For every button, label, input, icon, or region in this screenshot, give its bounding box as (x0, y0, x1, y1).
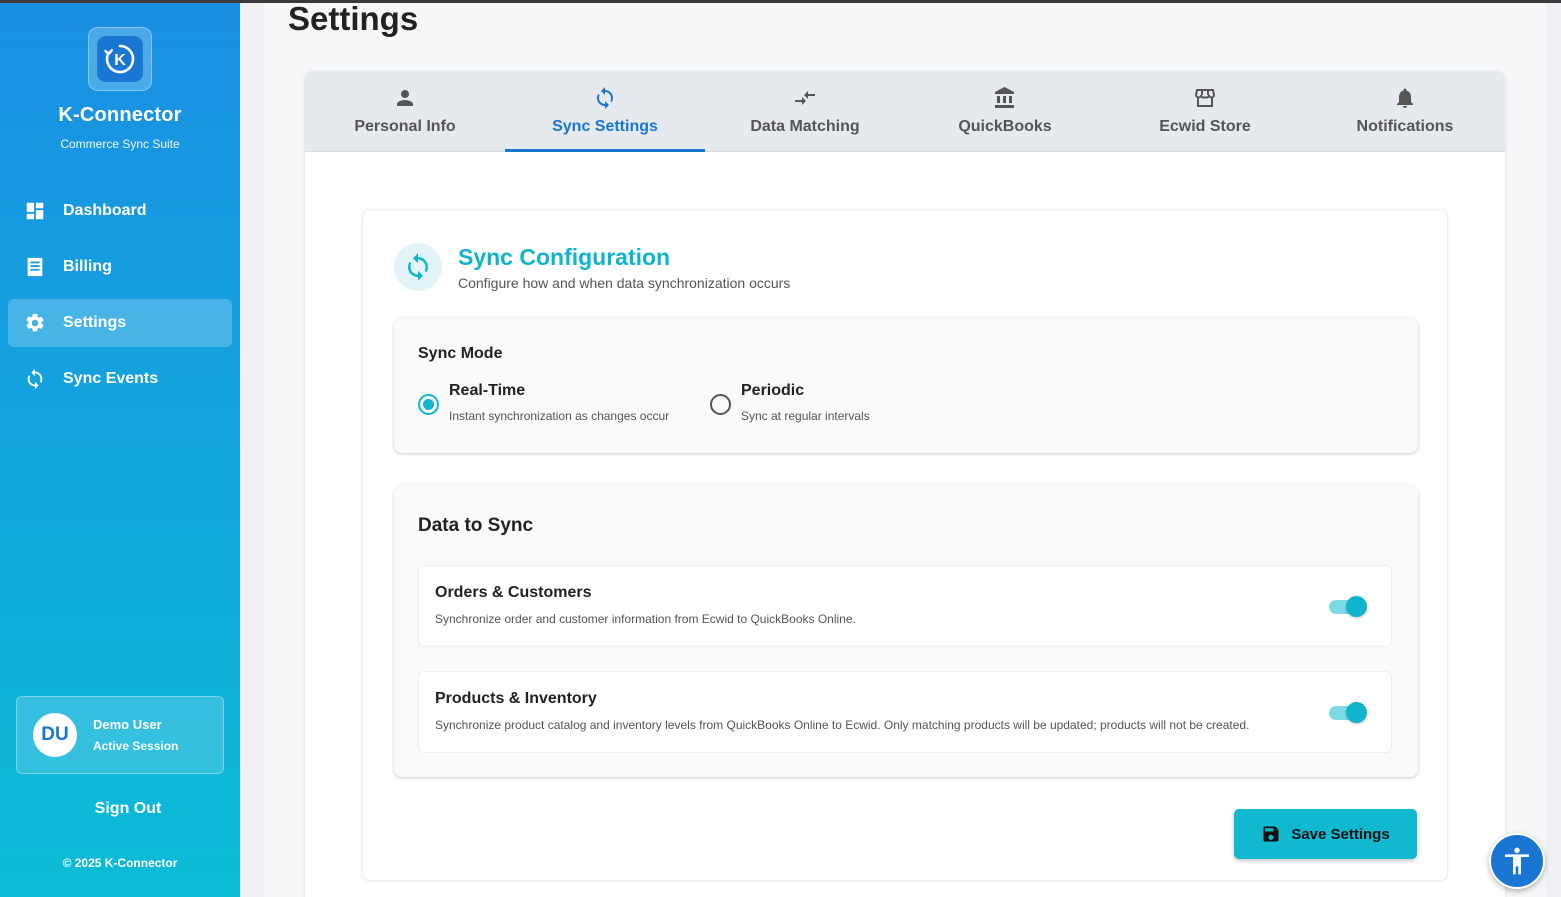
tab-label: Ecwid Store (1159, 118, 1251, 135)
sidebar-item-settings[interactable]: Settings (8, 299, 232, 347)
tab-label: Notifications (1356, 118, 1454, 135)
store-icon (1194, 89, 1216, 107)
sync-configuration-card: Sync Configuration Configure how and whe… (362, 209, 1448, 881)
user-name: Demo User (93, 717, 162, 732)
sync-icon (394, 243, 442, 291)
sync-item-products-inventory: Products & Inventory Synchronize product… (418, 671, 1392, 753)
sidebar-item-label: Sync Events (63, 370, 159, 387)
sidebar-item-label: Dashboard (63, 202, 147, 219)
tab-quickbooks[interactable]: QuickBooks (905, 71, 1105, 152)
tab-label: Sync Settings (552, 118, 658, 135)
sidebar-item-dashboard[interactable]: Dashboard (8, 187, 232, 235)
radio-button-checked[interactable] (418, 394, 439, 415)
compare-arrows-icon (795, 91, 815, 105)
sync-icon (597, 87, 613, 109)
dashboard-icon (26, 202, 44, 220)
sidebar-nav: Dashboard Billing Settings Sync Events (8, 187, 232, 411)
sidebar-item-label: Settings (63, 314, 127, 331)
receipt-icon (27, 257, 43, 277)
save-settings-label: Save Settings (1291, 825, 1390, 843)
data-to-sync-group: Data to Sync Orders & Customers Synchron… (394, 485, 1418, 777)
copyright: © 2025 K-Connector (62, 856, 178, 870)
data-to-sync-title: Data to Sync (418, 515, 534, 536)
tab-label: Data Matching (750, 118, 860, 135)
tab-personal-info[interactable]: Personal Info (305, 71, 505, 152)
orders-customers-toggle[interactable] (1329, 595, 1367, 619)
tab-label: QuickBooks (958, 118, 1052, 135)
sync-item-description: Synchronize order and customer informati… (435, 612, 856, 626)
sync-item-title: Orders & Customers (435, 584, 592, 601)
accessibility-icon (1505, 847, 1529, 875)
tab-data-matching[interactable]: Data Matching (705, 71, 905, 152)
save-settings-button[interactable]: Save Settings (1234, 809, 1417, 859)
sync-item-orders-customers: Orders & Customers Synchronize order and… (418, 565, 1392, 647)
app-name: K-Connector (58, 104, 182, 126)
app-tagline: Commerce Sync Suite (60, 137, 180, 151)
toggle-thumb (1346, 596, 1367, 617)
radio-label: Periodic (741, 382, 805, 399)
tab-notifications[interactable]: Notifications (1305, 71, 1505, 152)
radio-label: Real-Time (449, 382, 526, 399)
sidebar: K K-Connector Commerce Sync Suite Dashbo… (0, 0, 240, 897)
sidebar-item-sync-events[interactable]: Sync Events (8, 355, 232, 403)
radio-description: Instant synchronization as changes occur (449, 409, 670, 423)
settings-tabs: Personal Info Sync Settings Data Matchin… (305, 71, 1505, 152)
app-logo[interactable]: K (88, 27, 152, 91)
sidebar-item-label: Billing (63, 258, 112, 275)
svg-text:K: K (114, 52, 126, 69)
bank-icon (995, 87, 1014, 108)
radio-periodic[interactable]: Periodic Sync at regular intervals (710, 382, 870, 423)
tab-ecwid-store[interactable]: Ecwid Store (1105, 71, 1305, 152)
tab-sync-settings[interactable]: Sync Settings (505, 71, 705, 152)
bell-icon (1397, 88, 1413, 108)
radio-description: Sync at regular intervals (741, 409, 870, 423)
sync-item-description: Synchronize product catalog and inventor… (435, 718, 1250, 732)
session-status: Active Session (93, 739, 179, 753)
section-subtitle: Configure how and when data synchronizat… (458, 275, 791, 291)
gear-icon (26, 313, 44, 332)
sync-icon (27, 368, 43, 390)
settings-panel: Personal Info Sync Settings Data Matchin… (305, 71, 1505, 897)
person-icon (397, 90, 413, 106)
avatar: DU (33, 713, 77, 757)
sync-item-title: Products & Inventory (435, 690, 597, 707)
k-sync-logo-icon: K (97, 36, 143, 82)
page-title: Settings (288, 0, 419, 37)
toggle-thumb (1346, 702, 1367, 723)
sidebar-item-billing[interactable]: Billing (8, 243, 232, 291)
user-info: Demo User Active Session (93, 717, 178, 753)
radio-real-time[interactable]: Real-Time Instant synchronization as cha… (418, 382, 669, 423)
floppy-disk-icon (1263, 826, 1279, 842)
tab-label: Personal Info (354, 118, 456, 135)
sign-out-button[interactable]: Sign Out (16, 800, 240, 818)
radio-button-unchecked[interactable] (710, 394, 731, 415)
window-top-edge (0, 0, 1561, 3)
user-card[interactable]: DU Demo User Active Session (16, 696, 224, 774)
products-inventory-toggle[interactable] (1329, 701, 1367, 725)
section-title: Sync Configuration (458, 244, 671, 270)
sync-mode-group: Sync Mode Real-Time Instant synchronizat… (394, 318, 1418, 453)
sync-mode-title: Sync Mode (418, 345, 503, 362)
accessibility-button[interactable] (1489, 833, 1545, 889)
